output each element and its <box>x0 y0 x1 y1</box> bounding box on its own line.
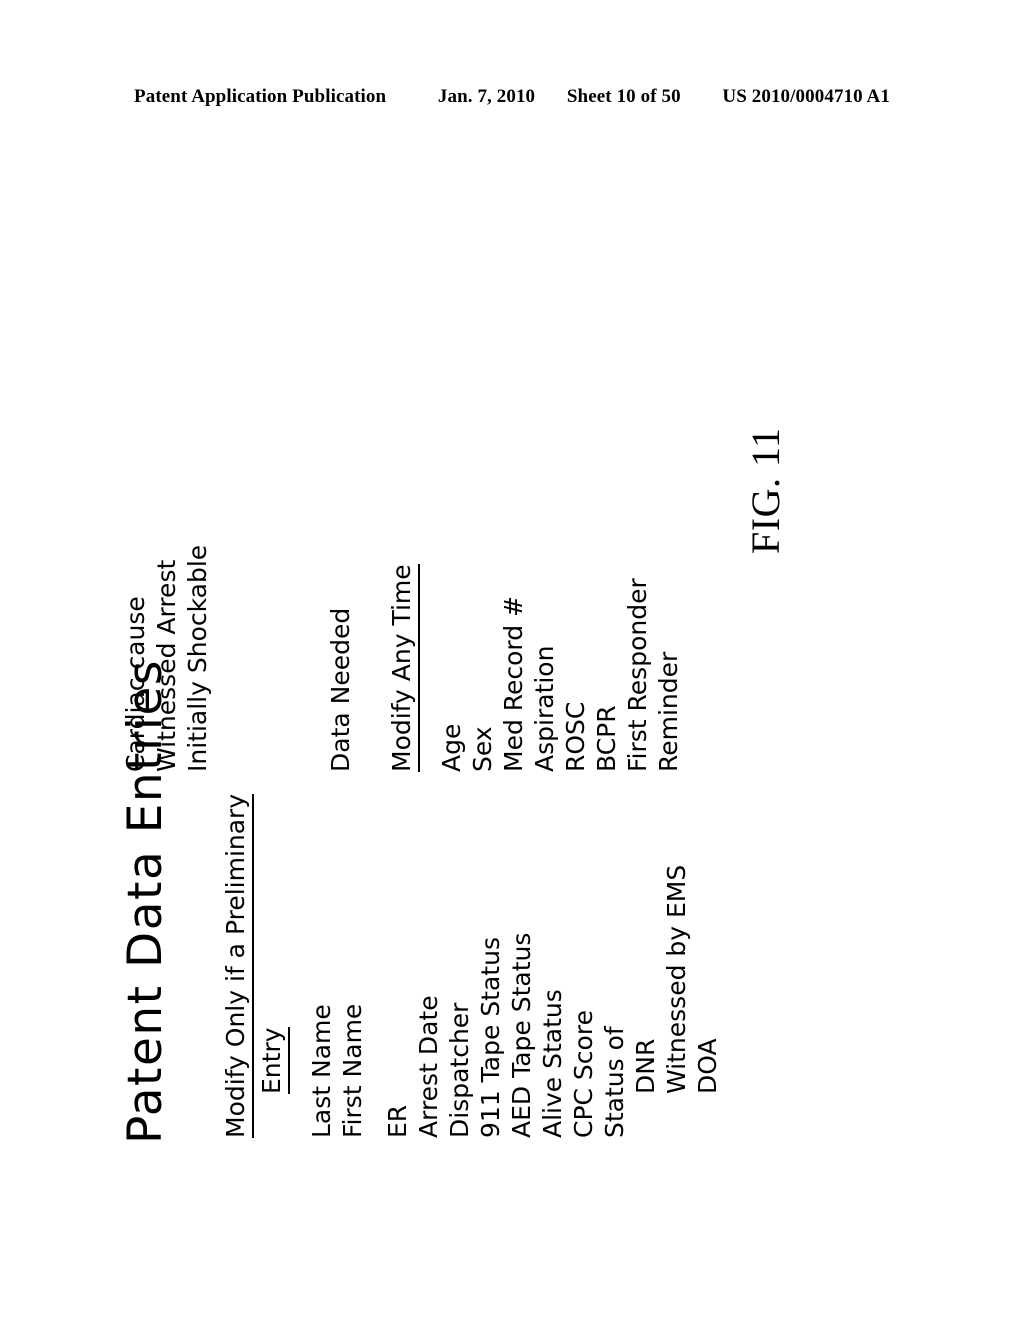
left-column-heading-line-2-wrap: Entry <box>256 794 292 1138</box>
list-item-status-of: Status of <box>600 1026 629 1138</box>
list-item-aed-tape-status: AED Tape Status <box>507 932 536 1138</box>
section-label-data-needed: Data Needed <box>326 607 355 772</box>
list-item-cardiac-cause: Cardiac cause <box>121 596 150 772</box>
left-column: Modify Only if a Preliminary Entry Last … <box>220 793 723 1138</box>
list-item-witnessed-arrest: Witnessed Arrest <box>152 559 181 772</box>
right-column: Cardiac cause Witnessed Arrest Initially… <box>120 545 684 772</box>
list-item-first-name: First Name <box>338 1003 367 1138</box>
document-number: US 2010/0004710 A1 <box>722 86 890 107</box>
right-column-spacer-a <box>213 545 325 772</box>
right-column-spacer-c <box>422 545 436 772</box>
figure-sheet-rotation-wrapper: Patent Data Entries Modify Only if a Pre… <box>102 190 922 1190</box>
patent-header: Patent Application Publication Jan. 7, 2… <box>0 86 1024 108</box>
list-item-initially-shockable: Initially Shockable <box>183 544 212 772</box>
list-item-911-tape-status: 911 Tape Status <box>476 937 505 1138</box>
list-item-er: ER <box>383 1104 412 1138</box>
publication-label: Patent Application Publication <box>134 86 387 107</box>
left-column-spacer-b <box>368 794 382 1138</box>
right-column-spacer-b <box>356 545 386 772</box>
list-item-aspiration: Aspiration <box>530 645 559 772</box>
left-column-heading-line-1-wrap: Modify Only if a Preliminary <box>220 793 256 1138</box>
sub-list-item-dnr: DNR <box>631 1038 660 1094</box>
list-item-alive-status: Alive Status <box>538 989 567 1138</box>
list-item-first-responder: First Responder <box>623 578 652 772</box>
publication-date: Jan. 7, 2010 <box>437 86 536 107</box>
list-item-last-name: Last Name <box>307 1004 336 1138</box>
sub-list-item-doa: DOA <box>693 1038 722 1094</box>
right-column-heading-wrap: Modify Any Time <box>386 545 422 772</box>
list-item-bcpr: BCPR <box>592 705 621 772</box>
figure-label: FIG. 11 <box>743 427 788 554</box>
list-item-dispatcher: Dispatcher <box>445 1002 474 1138</box>
figure-sheet: Patent Data Entries Modify Only if a Pre… <box>102 190 922 1190</box>
left-column-spacer-a <box>292 794 306 1138</box>
right-column-heading: Modify Any Time <box>386 564 420 772</box>
list-item-arrest-date: Arrest Date <box>414 995 443 1138</box>
left-column-heading-line-1: Modify Only if a Preliminary <box>220 793 254 1138</box>
list-item-med-record-number: Med Record # <box>499 595 528 772</box>
sheet-number: Sheet 10 of 50 <box>566 86 681 107</box>
list-item-reminder: Reminder <box>654 651 683 772</box>
sub-list-item-witnessed-by-ems: Witnessed by EMS <box>662 864 691 1094</box>
list-item-rosc: ROSC <box>561 701 590 772</box>
list-item-cpc-score: CPC Score <box>569 1010 598 1138</box>
left-column-heading-line-2: Entry <box>256 1027 290 1094</box>
list-item-age: Age <box>437 723 466 772</box>
list-item-sex: Sex <box>468 726 497 772</box>
